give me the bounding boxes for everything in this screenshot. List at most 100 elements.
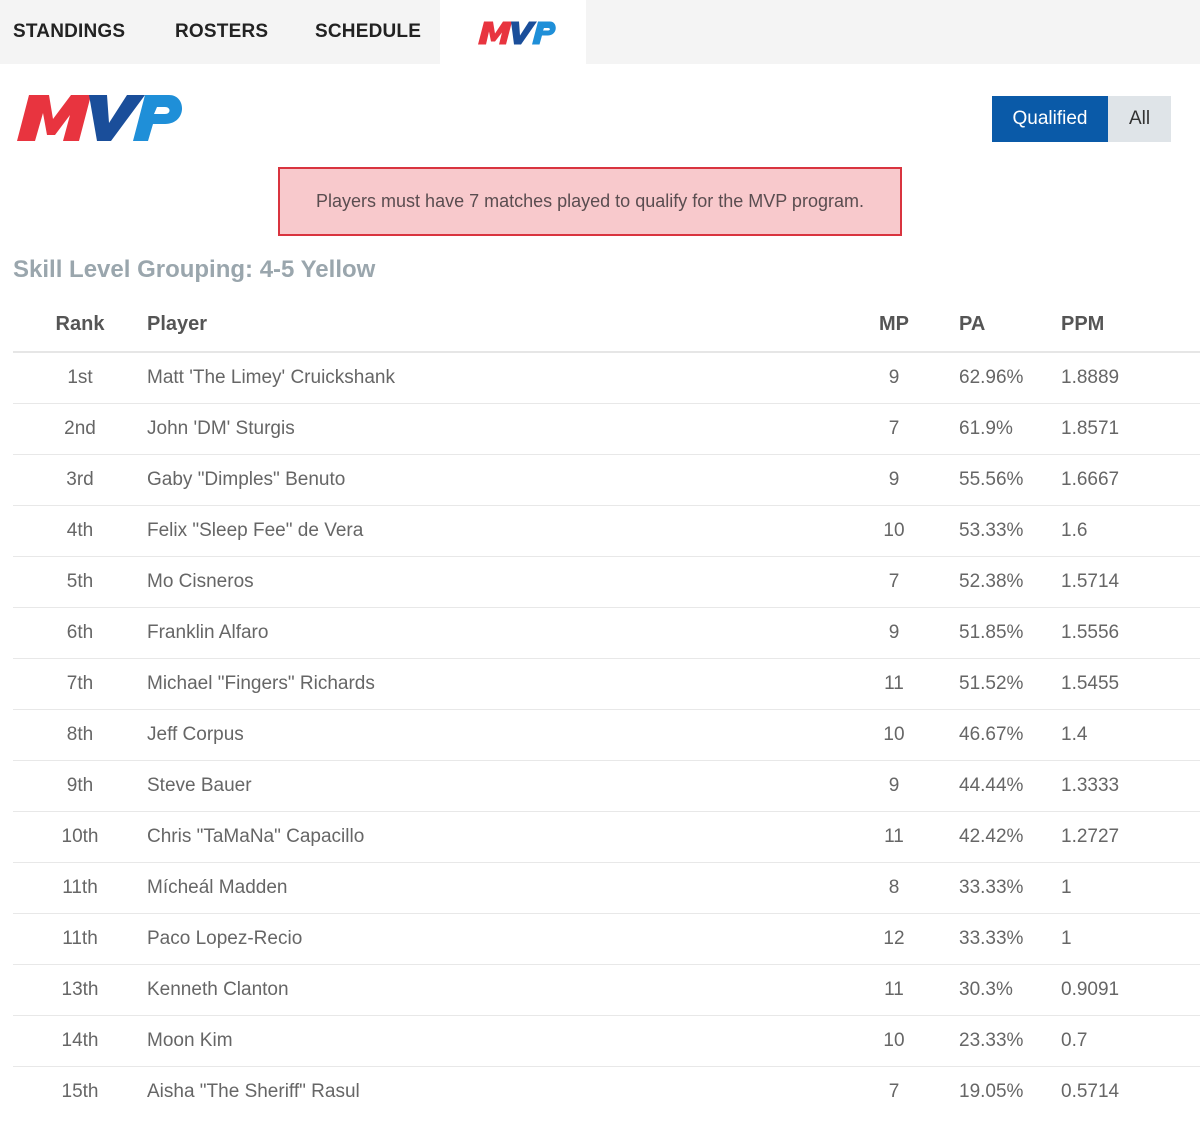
cell-ppm: 1.6667 (1061, 454, 1200, 506)
nav-schedule[interactable]: SCHEDULE (315, 0, 421, 64)
cell-mp: 7 (888, 1081, 900, 1102)
cell-rank: 15th (61, 1081, 99, 1102)
cell-player: Gaby "Dimples" Benuto (147, 454, 859, 506)
top-nav: STANDINGS ROSTERS SCHEDULE (0, 0, 1200, 64)
cell-player: Mo Cisneros (147, 556, 859, 608)
cell-player: Paco Lopez-Recio (147, 913, 859, 965)
cell-rank: 6th (13, 607, 147, 659)
qualified-button[interactable]: Qualified (992, 96, 1108, 142)
cell-ppm: 0.7 (1061, 1015, 1200, 1067)
cell-mp: 11 (859, 964, 929, 1016)
cell-rank: 4th (13, 505, 147, 557)
cell-pa: 55.56% (929, 454, 1061, 506)
table-row: 8th Jeff Corpus 10 46.67% 1.4 (13, 709, 1200, 761)
nav-mvp-tab[interactable] (440, 0, 586, 64)
cell-rank: 8th (13, 709, 147, 761)
cell-mp: 12 (859, 913, 929, 965)
cell-ppm: 1 (1061, 913, 1200, 965)
cell-mp: 9 (859, 607, 929, 659)
table-row: 2nd John 'DM' Sturgis 7 61.9% 1.8571 (13, 403, 1200, 455)
cell-pa: 33.33% (929, 913, 1061, 965)
table-row: 11th Mícheál Madden 8 33.33% 1 (13, 862, 1200, 914)
mvp-logo-large-icon (17, 95, 183, 141)
cell-pa: 23.33% (929, 1015, 1061, 1067)
nav-rosters[interactable]: ROSTERS (175, 0, 268, 64)
table-row: 1st Matt 'The Limey' Cruickshank 9 62.96% 1.… (13, 352, 1200, 404)
cell-mp: 9 (859, 352, 929, 404)
cell-player: Jeff Corpus (147, 709, 859, 761)
table-row: 14th Moon Kim 10 23.33% 0.7 (13, 1015, 1200, 1067)
cell-pa: 42.42% (929, 811, 1061, 863)
cell-pa: 62.96% (929, 352, 1061, 404)
all-button[interactable]: All (1108, 96, 1171, 142)
cell-player: Michael "Fingers" Richards (147, 658, 859, 710)
cell-mp: 10 (859, 1015, 929, 1067)
cell-player: Kenneth Clanton (147, 964, 859, 1016)
cell-ppm: 0.5714 (1061, 1081, 1120, 1102)
cell-mp: 7 (859, 403, 929, 455)
cell-ppm: 1.2727 (1061, 811, 1200, 863)
cell-pa: 30.3% (929, 964, 1061, 1016)
cell-mp: 9 (859, 760, 929, 812)
cell-pa: 51.52% (929, 658, 1061, 710)
mvp-logo-icon (478, 21, 556, 45)
cell-player: John 'DM' Sturgis (147, 403, 859, 455)
cell-ppm: 1.6 (1061, 505, 1200, 557)
cell-mp: 10 (859, 505, 929, 557)
notice-text: Players must have 7 matches played to qu… (316, 191, 864, 211)
cell-ppm: 1.4 (1061, 709, 1200, 761)
header-mp[interactable]: MP (859, 298, 929, 353)
cell-rank: 11th (13, 862, 147, 914)
table-row: 5th Mo Cisneros 7 52.38% 1.5714 (13, 556, 1200, 608)
group-title: Skill Level Grouping: 4-5 Yellow (13, 256, 376, 283)
cell-pa: 53.33% (929, 505, 1061, 557)
cell-rank: 13th (13, 964, 147, 1016)
cell-player: Felix "Sleep Fee" de Vera (147, 505, 859, 557)
cell-mp: 9 (859, 454, 929, 506)
table-row: 3rd Gaby "Dimples" Benuto 9 55.56% 1.6667 (13, 454, 1200, 506)
cell-player: Chris "TaMaNa" Capacillo (147, 811, 859, 863)
table-row: 6th Franklin Alfaro 9 51.85% 1.5556 (13, 607, 1200, 659)
header-pa[interactable]: PA (929, 298, 1061, 353)
cell-ppm: 1.5556 (1061, 607, 1200, 659)
header-rank[interactable]: Rank (13, 298, 147, 353)
standings-table: Rank Player MP PA PPM 1st Matt 'The Limey… (13, 298, 1200, 1117)
table-row: 4th Felix "Sleep Fee" de Vera 10 53.33% 1.6 (13, 505, 1200, 557)
cell-mp: 11 (859, 811, 929, 863)
cell-rank: 14th (13, 1015, 147, 1067)
cell-player: Aisha "The Sheriff" Rasul (147, 1081, 360, 1102)
qualification-notice: Players must have 7 matches played to qu… (278, 167, 902, 236)
table-header-row: Rank Player MP PA PPM (13, 298, 1200, 353)
cell-mp: 8 (859, 862, 929, 914)
cell-pa: 19.05% (959, 1081, 1024, 1102)
cell-ppm: 1.5455 (1061, 658, 1200, 710)
cell-rank: 11th (13, 913, 147, 965)
cell-mp: 10 (859, 709, 929, 761)
cell-pa: 33.33% (929, 862, 1061, 914)
cell-rank: 2nd (13, 403, 147, 455)
cell-mp: 11 (859, 658, 929, 710)
header-ppm[interactable]: PPM (1061, 298, 1200, 353)
cell-player: Matt 'The Limey' Cruickshank (147, 352, 859, 404)
table-row: 9th Steve Bauer 9 44.44% 1.3333 (13, 760, 1200, 812)
cell-ppm: 1.5714 (1061, 556, 1200, 608)
cell-rank: 7th (13, 658, 147, 710)
table-row: 11th Paco Lopez-Recio 12 33.33% 1 (13, 913, 1200, 965)
cell-player: Mícheál Madden (147, 862, 859, 914)
cell-player: Steve Bauer (147, 760, 859, 812)
table-row: 10th Chris "TaMaNa" Capacillo 11 42.42% 1.27… (13, 811, 1200, 863)
cell-ppm: 1.8571 (1061, 403, 1200, 455)
nav-standings[interactable]: STANDINGS (13, 0, 125, 64)
cell-player: Franklin Alfaro (147, 607, 859, 659)
cell-rank: 5th (13, 556, 147, 608)
qualified-toggle: Qualified All (992, 96, 1171, 142)
cell-pa: 44.44% (929, 760, 1061, 812)
cell-pa: 61.9% (929, 403, 1061, 455)
cell-mp: 7 (859, 556, 929, 608)
cell-ppm: 0.9091 (1061, 964, 1200, 1016)
cell-pa: 46.67% (929, 709, 1061, 761)
cell-ppm: 1.3333 (1061, 760, 1200, 812)
header-player[interactable]: Player (147, 298, 859, 353)
cell-ppm: 1 (1061, 862, 1200, 914)
mvp-logo (15, 92, 183, 149)
